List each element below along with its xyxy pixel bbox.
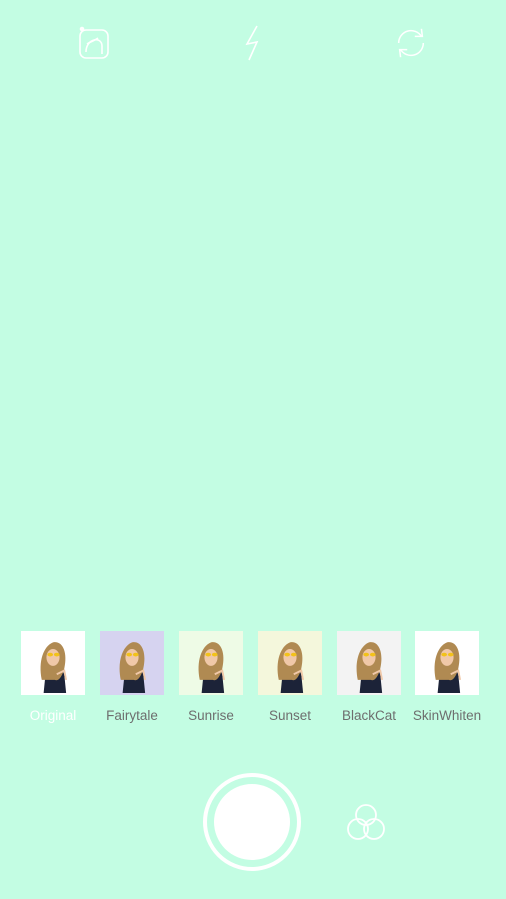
flash-icon[interactable] (235, 24, 271, 62)
portrait-image (119, 642, 147, 693)
filter-label: SkinWhiten (412, 708, 482, 723)
filter-label: Fairytale (106, 708, 158, 723)
filter-thumbnail (100, 631, 164, 695)
filter-item[interactable]: Fairytale (96, 631, 168, 723)
filter-strip: Original Fairytale Sunrise Sunset BlackCat Sk… (0, 631, 506, 731)
top-toolbar (0, 0, 506, 86)
filter-label: Sunrise (188, 708, 234, 723)
portrait-image (356, 642, 384, 693)
filter-thumbnail (258, 631, 322, 695)
beauty-face-icon[interactable] (76, 24, 112, 62)
shutter-inner (214, 784, 290, 860)
filter-thumbnail (415, 631, 479, 695)
filter-thumbnail (337, 631, 401, 695)
filter-item[interactable]: Sunset (254, 631, 326, 723)
portrait-image (277, 642, 305, 693)
filter-item[interactable]: Original (17, 631, 89, 723)
portrait-image (434, 642, 462, 693)
shutter-button[interactable] (203, 773, 301, 871)
filter-thumbnail (179, 631, 243, 695)
filter-label: BlackCat (341, 708, 397, 723)
portrait-image (40, 642, 68, 693)
portrait-image (198, 642, 226, 693)
filter-label: Sunset (268, 708, 312, 723)
camera-screen: { "toolbar": { "icons": ["beauty-face-ic… (0, 0, 506, 899)
filter-label: Original (29, 708, 77, 723)
switch-camera-icon[interactable] (393, 24, 429, 62)
filter-circles-icon[interactable] (343, 801, 389, 845)
filter-thumbnail (21, 631, 85, 695)
filter-item[interactable]: BlackCat (333, 631, 405, 723)
filter-item[interactable]: Sunrise (175, 631, 247, 723)
filter-item[interactable]: SkinWhiten (411, 631, 483, 723)
